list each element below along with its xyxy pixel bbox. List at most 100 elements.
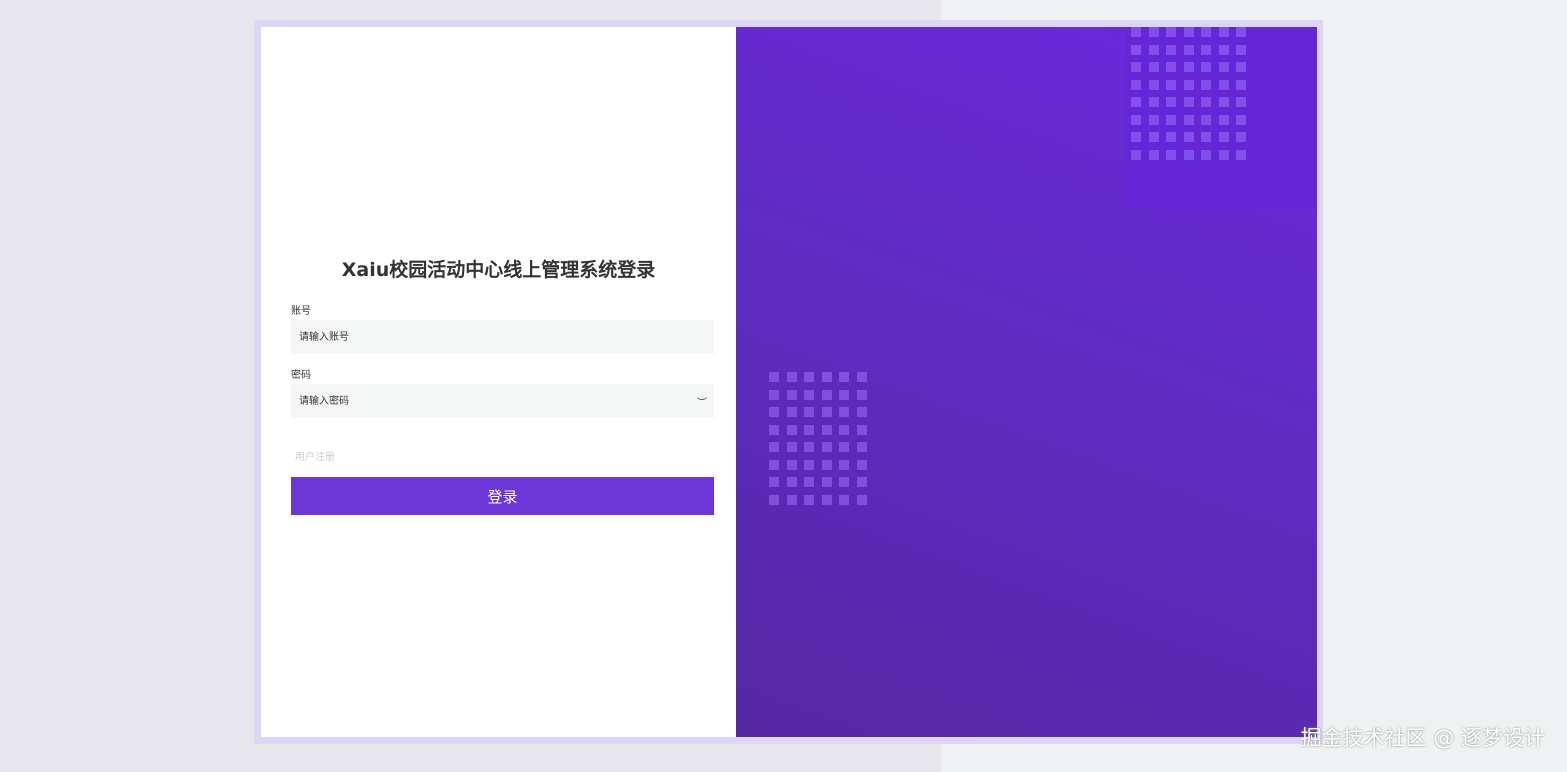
grid-dot (839, 424, 849, 435)
grid-dot (769, 389, 779, 400)
account-input[interactable] (291, 320, 714, 354)
grid-dot (1218, 97, 1229, 107)
grid-dot (856, 494, 867, 505)
grid-dot (821, 372, 832, 382)
grid-dot (804, 459, 814, 470)
grid-dot (1218, 114, 1229, 125)
grid-dot (1201, 149, 1211, 160)
grid-dot (839, 372, 849, 382)
grid-dot (1131, 149, 1141, 160)
grid-dot (1166, 27, 1176, 37)
grid-dot (1166, 114, 1176, 125)
grid-dot (839, 442, 849, 452)
grid-dot (1148, 62, 1159, 72)
grid-dot (1166, 62, 1176, 72)
grid-dot (769, 459, 779, 470)
grid-dot (1166, 79, 1176, 90)
grid-dot (1236, 27, 1246, 37)
grid-dot (839, 459, 849, 470)
grid-dot (786, 389, 797, 400)
dot-grid-left (769, 372, 867, 505)
grid-dot (1201, 132, 1211, 142)
grid-dot (1218, 62, 1229, 72)
grid-dot (1131, 62, 1141, 72)
grid-dot (804, 477, 814, 487)
grid-dot (1183, 132, 1194, 142)
grid-dot (804, 424, 814, 435)
grid-dot (821, 459, 832, 470)
grid-dot (1201, 27, 1211, 37)
grid-dot (1131, 114, 1141, 125)
grid-dot (769, 494, 779, 505)
grid-dot (769, 424, 779, 435)
grid-dot (1236, 62, 1246, 72)
grid-dot (1218, 149, 1229, 160)
grid-dot (804, 494, 814, 505)
grid-dot (821, 442, 832, 452)
grid-dot (1236, 97, 1246, 107)
grid-dot (1201, 44, 1211, 55)
grid-dot (1218, 27, 1229, 37)
grid-dot (1218, 132, 1229, 142)
grid-dot (839, 389, 849, 400)
login-button[interactable]: 登录 (291, 477, 714, 515)
grid-dot (1166, 97, 1176, 107)
grid-dot (839, 477, 849, 487)
grid-dot (769, 407, 779, 417)
grid-dot (856, 442, 867, 452)
grid-dot (1201, 97, 1211, 107)
dot-grid-top (1131, 27, 1246, 160)
grid-dot (1236, 149, 1246, 160)
grid-dot (1183, 27, 1194, 37)
grid-dot (856, 389, 867, 400)
grid-dot (1236, 114, 1246, 125)
grid-dot (786, 459, 797, 470)
grid-dot (786, 494, 797, 505)
grid-dot (821, 424, 832, 435)
grid-dot (1131, 27, 1141, 37)
grid-dot (856, 372, 867, 382)
grid-dot (769, 477, 779, 487)
grid-dot (1236, 79, 1246, 90)
grid-dot (1183, 114, 1194, 125)
grid-dot (804, 407, 814, 417)
grid-dot (786, 407, 797, 417)
eye-closed-icon[interactable]: ︶ (697, 394, 707, 409)
grid-dot (1131, 44, 1141, 55)
grid-dot (786, 477, 797, 487)
grid-dot (1166, 149, 1176, 160)
grid-dot (856, 407, 867, 417)
grid-dot (1236, 132, 1246, 142)
grid-dot (1236, 44, 1246, 55)
grid-dot (804, 442, 814, 452)
grid-dot (1183, 62, 1194, 72)
grid-dot (1183, 149, 1194, 160)
grid-dot (1148, 149, 1159, 160)
grid-dot (1148, 97, 1159, 107)
grid-dot (1201, 114, 1211, 125)
grid-dot (1183, 97, 1194, 107)
grid-dot (856, 477, 867, 487)
password-input[interactable] (291, 384, 714, 418)
watermark: 掘金技术社区 @ 逐梦设计 (1300, 726, 1545, 750)
grid-dot (856, 424, 867, 435)
grid-dot (856, 459, 867, 470)
register-link[interactable]: 用户注册 (295, 448, 335, 463)
grid-dot (1183, 79, 1194, 90)
grid-dot (1148, 44, 1159, 55)
grid-dot (1148, 79, 1159, 90)
grid-dot (821, 494, 832, 505)
grid-dot (804, 372, 814, 382)
grid-dot (769, 372, 779, 382)
grid-dot (821, 407, 832, 417)
decorative-panel (736, 27, 1317, 737)
grid-dot (839, 407, 849, 417)
grid-dot (1148, 132, 1159, 142)
grid-dot (1183, 44, 1194, 55)
grid-dot (1166, 132, 1176, 142)
grid-dot (821, 389, 832, 400)
grid-dot (1131, 97, 1141, 107)
account-label: 账号 (291, 306, 311, 317)
grid-dot (1218, 79, 1229, 90)
grid-dot (1131, 132, 1141, 142)
